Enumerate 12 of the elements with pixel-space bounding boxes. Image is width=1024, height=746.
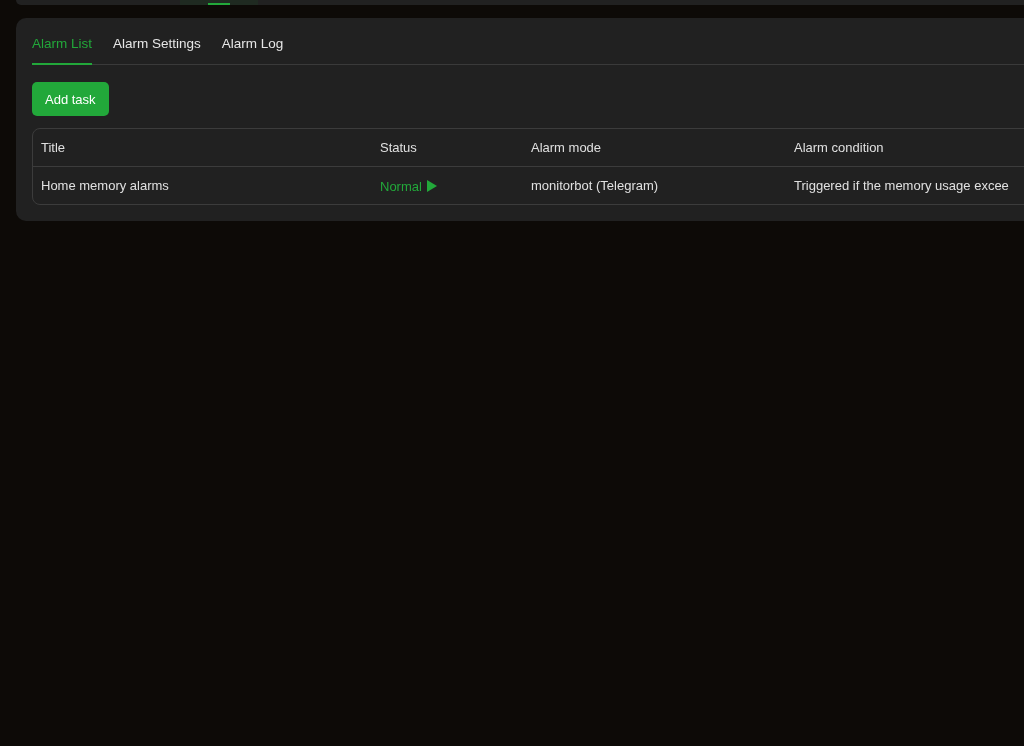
- tab[interactable]: Alarm Settings: [113, 34, 201, 65]
- column-header: Status: [380, 140, 418, 155]
- tab[interactable]: Alarm Log: [221, 34, 284, 65]
- column-header: Alarm condition: [794, 140, 885, 155]
- table-cell-text: monitorbot (Telegram): [531, 178, 660, 193]
- tab[interactable]: Alarm List: [32, 34, 92, 65]
- column-header: Alarm mode: [531, 140, 603, 155]
- column-header: Title: [41, 140, 67, 155]
- top-tab[interactable]: [180, 0, 258, 5]
- status-text: Normal: [380, 178, 422, 194]
- table-cell-text: Triggered if the memory usage excee: [794, 178, 1010, 193]
- table-cell-text: Home memory alarms: [41, 178, 170, 193]
